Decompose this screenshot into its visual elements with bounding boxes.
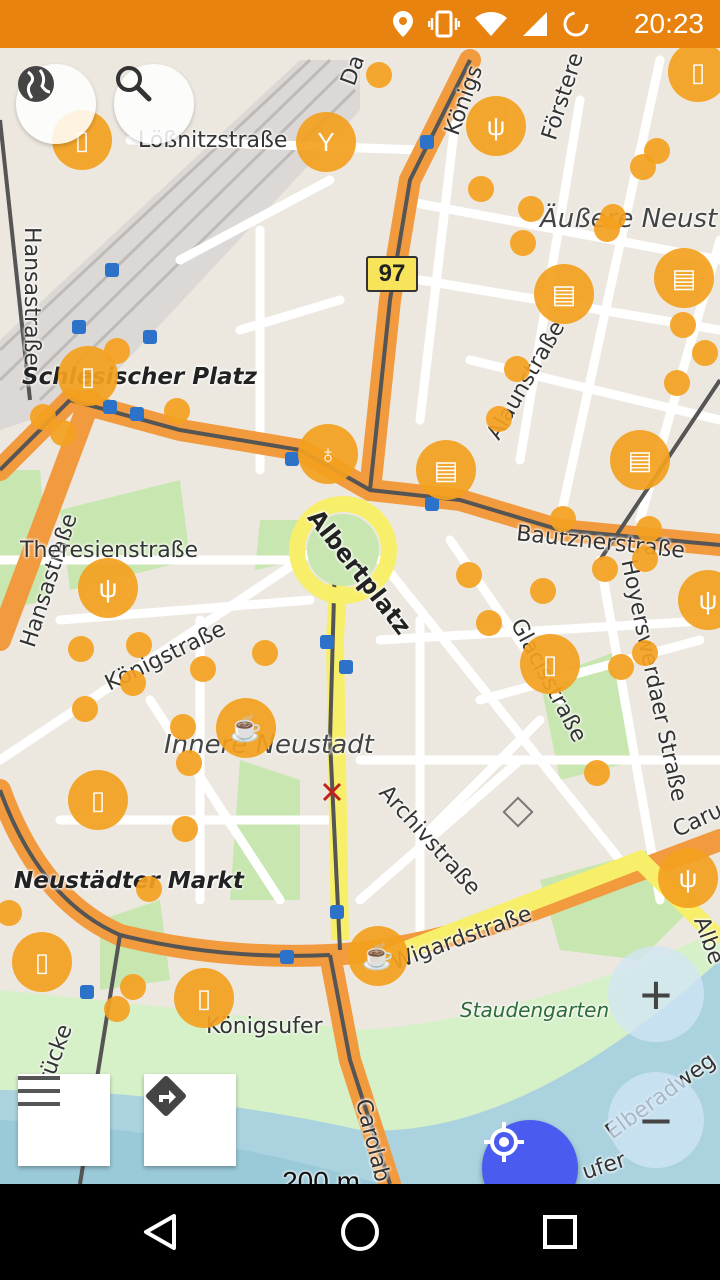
poi-fastfood-icon[interactable]: ▤ [416,440,476,500]
poi-restaurant-icon[interactable]: ψ [658,848,718,908]
road-ref-shield: 97 [366,256,418,292]
poi-dot[interactable] [176,750,202,776]
layers-button[interactable] [16,64,96,144]
poi-dot[interactable] [636,516,662,542]
poi-dot[interactable] [692,340,718,366]
directions-button[interactable] [144,1074,236,1166]
poi-cocktail-icon[interactable]: Y [296,112,356,172]
poi-icecream-icon[interactable]: ▯ [174,968,234,1028]
poi-dot[interactable] [664,370,690,396]
poi-dot[interactable] [104,338,130,364]
poi-dot[interactable] [530,578,556,604]
place-label-neustaedter-markt: Neustädter Markt [14,868,244,894]
poi-dot[interactable] [120,974,146,1000]
search-icon [116,66,152,102]
poi-dot[interactable] [468,176,494,202]
home-icon [341,1213,379,1251]
wifi-icon [475,12,507,36]
signal-icon [523,12,547,36]
navigation-bar [0,1184,720,1280]
poi-dot[interactable] [104,996,130,1022]
back-icon [144,1214,176,1250]
poi-dot[interactable] [632,546,658,572]
poi-dot[interactable] [456,562,482,588]
poi-restaurant-icon[interactable]: ψ [466,96,526,156]
poi-dot[interactable] [518,196,544,222]
vibrate-icon [428,10,460,38]
poi-dot[interactable] [126,632,152,658]
poi-dot[interactable] [72,696,98,722]
globe-icon [18,66,54,102]
poi-restaurant-icon[interactable]: ψ [78,558,138,618]
battery-charging-icon [563,11,589,37]
poi-dot[interactable] [504,356,530,382]
poi-dot[interactable] [594,216,620,242]
zoom-out-button[interactable]: − [608,1072,704,1168]
recents-button[interactable] [534,1206,586,1258]
poi-dot[interactable] [68,636,94,662]
poi-dot[interactable] [632,640,658,666]
poi-dot[interactable] [252,640,278,666]
poi-dot[interactable] [120,670,146,696]
poi-dot[interactable] [486,406,512,432]
poi-dot[interactable] [366,62,392,88]
poi-fastfood-icon[interactable]: ▤ [534,264,594,324]
scale-label: 200 m [282,1166,360,1184]
status-bar: 20:23 [0,0,720,48]
poi-dot[interactable] [592,556,618,582]
poi-dot[interactable] [510,230,536,256]
my-location-icon [484,1122,524,1162]
poi-fastfood-icon[interactable]: ▤ [610,430,670,490]
poi-cafe-icon[interactable]: ☕ [348,926,408,986]
poi-dot[interactable] [136,876,162,902]
back-button[interactable] [134,1206,186,1258]
menu-button[interactable] [18,1074,110,1166]
street-label-hansa-top: Hansastraße [18,227,44,366]
poi-dot[interactable] [170,714,196,740]
poi-dot[interactable] [476,610,502,636]
status-time: 20:23 [633,8,704,39]
poi-bar-icon[interactable]: ▯ [68,770,128,830]
poi-icecream-icon[interactable]: ♁ [298,424,358,484]
place-label-staudengarten: Staudengarten [460,998,610,1022]
poi-pub-icon[interactable]: ▯ [12,932,72,992]
place-label-aeussere-neustadt: Äußere Neust [540,204,718,234]
directions-icon [146,1076,186,1116]
status-icons [392,10,590,38]
recents-icon [543,1215,577,1249]
poi-dot[interactable] [172,816,198,842]
poi-dot[interactable] [50,420,76,446]
poi-dot[interactable] [164,398,190,424]
poi-cafe-icon[interactable]: ☕ [216,698,276,758]
search-button[interactable] [114,64,194,144]
menu-icon [18,1076,60,1106]
poi-dot[interactable] [630,154,656,180]
poi-dot[interactable] [550,506,576,532]
map-view[interactable]: Lößnitzstraße Hansastraße Hansastraße Th… [0,48,720,1184]
zoom-in-button[interactable]: + [608,946,704,1042]
poi-bar-icon[interactable]: ▯ [520,634,580,694]
poi-fastfood-icon[interactable]: ▤ [654,248,714,308]
poi-dot[interactable] [584,760,610,786]
poi-dot[interactable] [190,656,216,682]
poi-dot[interactable] [670,312,696,338]
home-button[interactable] [334,1206,386,1258]
location-icon [393,11,413,37]
poi-dot[interactable] [608,654,634,680]
scale-bar: 200 m [256,1166,386,1184]
